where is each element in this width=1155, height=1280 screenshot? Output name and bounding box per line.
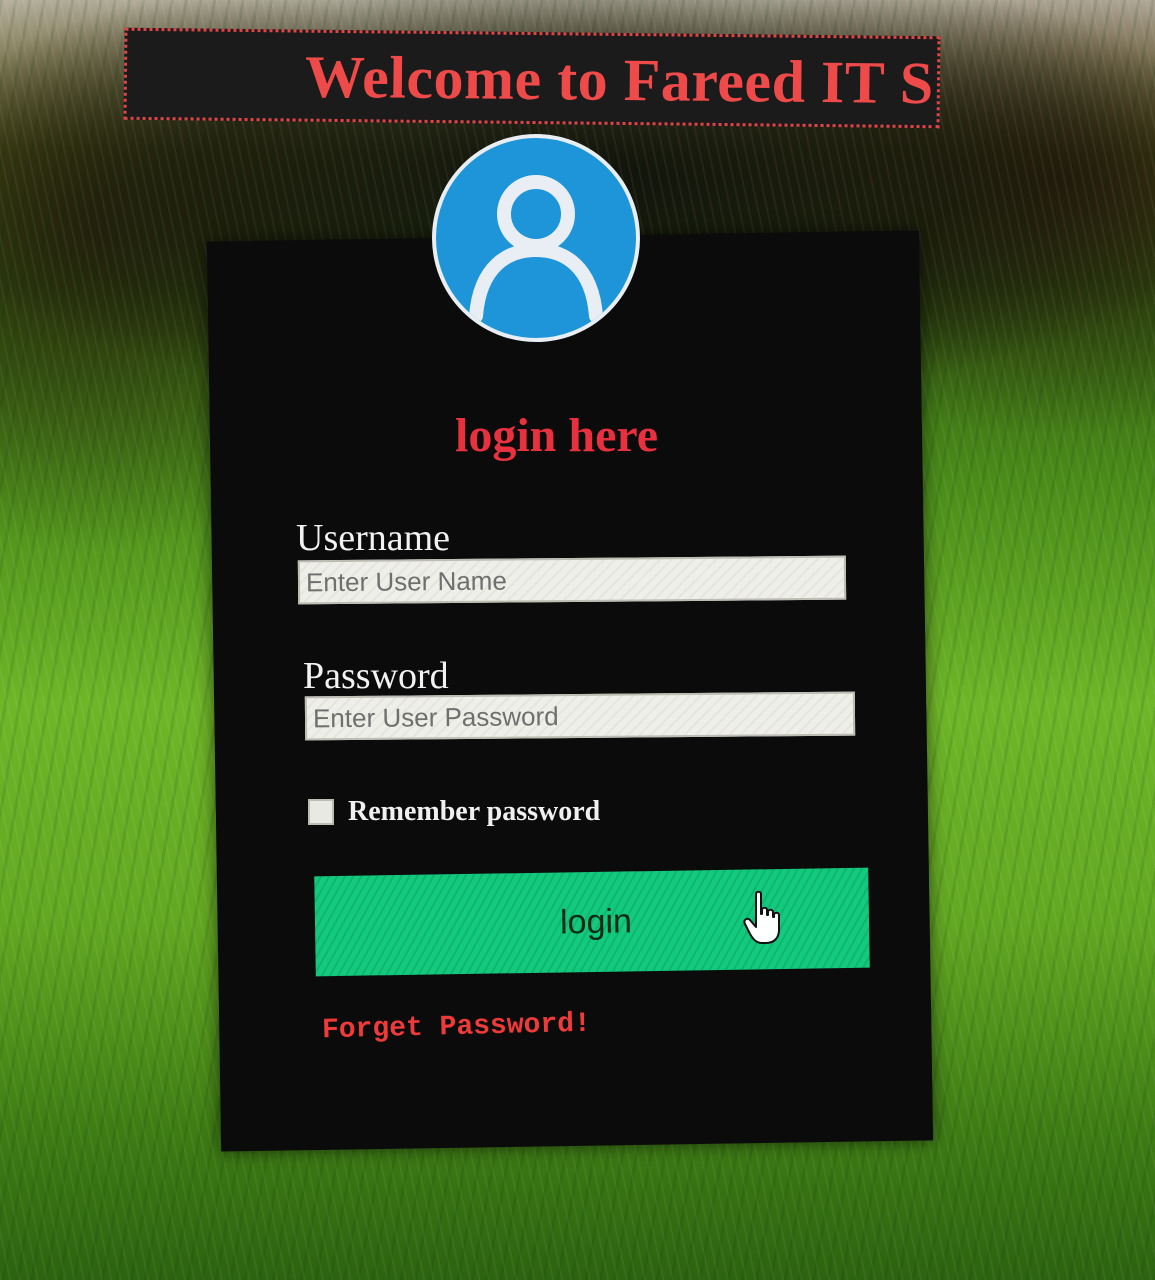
forget-password-link[interactable]: Forget Password! xyxy=(322,1009,592,1047)
login-heading: login here xyxy=(455,409,659,462)
password-label: Password xyxy=(303,655,449,697)
login-button-label: login xyxy=(559,901,633,941)
welcome-banner-text: Welcome to Fareed IT S xyxy=(304,43,935,117)
remember-password-row[interactable]: Remember password xyxy=(308,796,600,828)
hand-pointer-icon xyxy=(743,890,780,944)
username-input[interactable] xyxy=(297,555,847,605)
remember-password-checkbox[interactable] xyxy=(308,799,334,825)
remember-password-label: Remember password xyxy=(348,796,601,827)
username-label: Username xyxy=(296,517,451,559)
login-button[interactable]: login xyxy=(314,867,870,977)
user-avatar-icon xyxy=(432,134,640,342)
password-input[interactable] xyxy=(304,691,856,741)
welcome-banner: Welcome to Fareed IT S xyxy=(123,27,941,129)
